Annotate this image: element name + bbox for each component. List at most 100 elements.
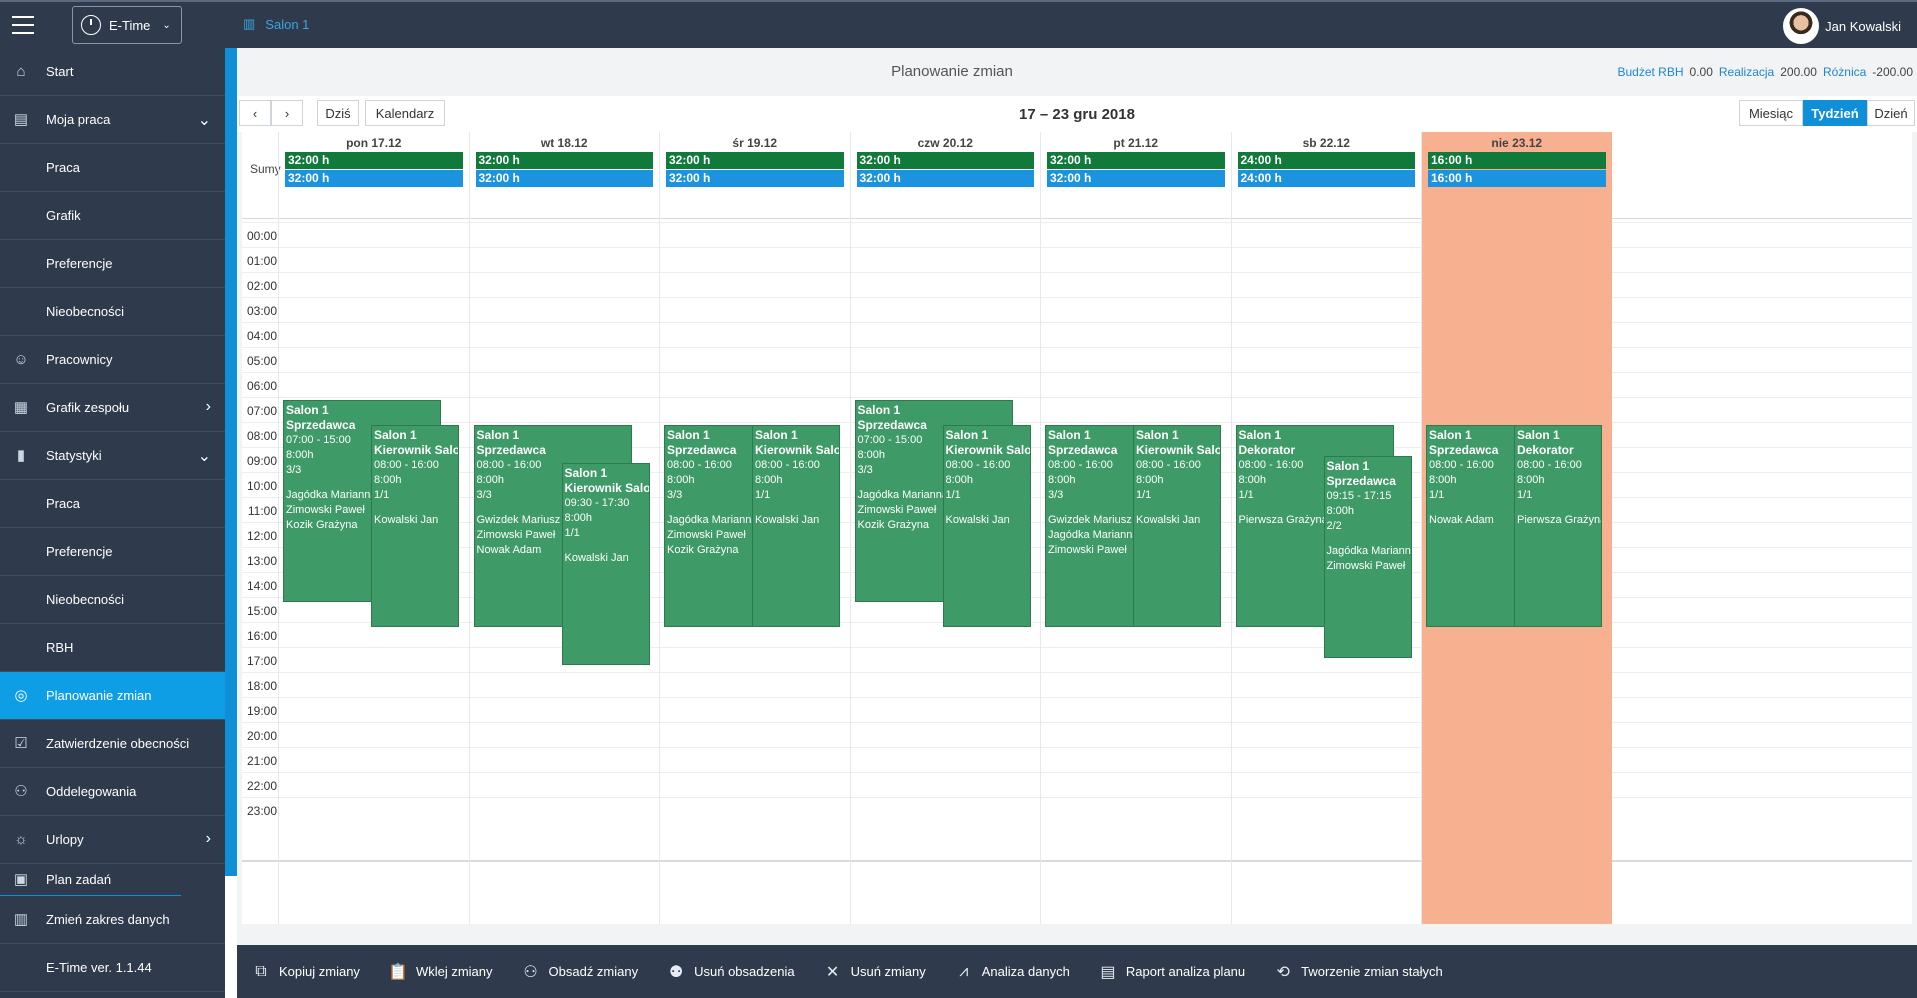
raport-analiza-planu-button[interactable]: ▤ Raport analiza planu bbox=[1098, 962, 1245, 982]
chevron-down-icon: ⌄ bbox=[197, 448, 211, 465]
sidebar-item-planowanie-zmian[interactable]: ◎ Planowanie zmian bbox=[0, 672, 225, 720]
vacation-icon: ☼ bbox=[14, 831, 28, 848]
shift-employee: Kowalski Jan bbox=[755, 514, 820, 526]
shift-role: Kierownik Salonu bbox=[1136, 443, 1220, 457]
sidebar-item-zatwierdzenie-obecności[interactable]: ☑ Zatwierdzenie obecności bbox=[0, 720, 225, 768]
obsadź-zmiany-button[interactable]: ⚇ Obsadź zmiany bbox=[521, 962, 638, 982]
action-label: Wklej zmiany bbox=[415, 964, 493, 979]
calendar-button[interactable]: Kalendarz bbox=[365, 100, 445, 126]
sidebar-item-label: Urlopy bbox=[46, 832, 84, 847]
today-button[interactable]: Dziś bbox=[317, 100, 359, 126]
shift-location: Salon 1 bbox=[374, 428, 417, 442]
shift-card[interactable]: Salon 1Kierownik Salonu 08:00 - 16:00 8:00… bbox=[371, 425, 459, 627]
team-calendar-icon: ▦ bbox=[13, 399, 29, 416]
app-name: E-Time bbox=[109, 17, 151, 33]
kopiuj-zmiany-button[interactable]: ⧉ Kopiuj zmiany bbox=[251, 963, 360, 981]
sidebar-item-nieobecności[interactable]: Nieobecności bbox=[0, 576, 225, 624]
shift-location: Salon 1 bbox=[945, 428, 989, 442]
shift-card[interactable]: Salon 1 Sprzedawca 09:15 - 17:15 8:00h 2/2 Ja… bbox=[1323, 456, 1412, 659]
sidebar-item-label: Zatwierdzenie obecności bbox=[46, 736, 190, 751]
sums-label: Sumy bbox=[250, 162, 281, 176]
shift-card[interactable]: Salon 1Kierownik Salonu 08:00 - 16:00 8:00… bbox=[752, 425, 840, 627]
sum-bar-assigned: 32:00 h bbox=[856, 170, 1034, 187]
action-label: Usuń obsadzenia bbox=[694, 964, 795, 979]
sum-bar-planned: 32:00 h bbox=[285, 152, 463, 169]
shift-time: 08:00 - 16:00 bbox=[1517, 459, 1582, 471]
tworzenie-zmian-stałych-button[interactable]: ⟲ Tworzenie zmian stałych bbox=[1273, 962, 1442, 982]
sidebar-item-plan-zadań[interactable]: ▣ Plan zadań bbox=[0, 864, 181, 896]
shift-employee: Kowalski Jan bbox=[945, 514, 1010, 526]
sidebar-item-start[interactable]: ⌂ Start bbox=[0, 48, 225, 96]
action-label: Usuń zmiany bbox=[850, 964, 926, 979]
sidebar-item-zmień-zakres-danych[interactable]: ▥ Zmień zakres danych bbox=[0, 896, 225, 944]
shift-employee: Kowalski Jan bbox=[564, 551, 629, 564]
shift-card[interactable]: Salon 1Kierownik Salonu09:30 - 17:30 8:00… bbox=[561, 462, 650, 665]
usuń-zmiany-button[interactable]: ✕ Usuń zmiany bbox=[823, 962, 926, 982]
wklej-zmiany-button[interactable]: 📋 Wklej zmiany bbox=[388, 962, 493, 982]
budget-label: Budżet RBH bbox=[1617, 65, 1684, 79]
sidebar-item-preferencje[interactable]: Preferencje bbox=[0, 240, 225, 288]
view-month-button[interactable]: Miesiąc bbox=[1739, 100, 1803, 126]
shift-staffing: 1/1 bbox=[945, 489, 961, 501]
shift-spacer bbox=[1517, 503, 1599, 513]
sidebar-item-grafik[interactable]: Grafik bbox=[0, 192, 225, 240]
sum-bar-planned: 32:00 h bbox=[1047, 152, 1225, 169]
hour-label: 17:00 bbox=[246, 654, 277, 668]
app-switcher[interactable]: E-Time ⌄ bbox=[72, 6, 182, 44]
sum-bar-assigned: 32:00 h bbox=[666, 170, 844, 187]
chevron-down-icon: ⌄ bbox=[162, 19, 171, 31]
day-header: pon 17.12 bbox=[346, 136, 402, 150]
view-week-button[interactable]: Tydzień bbox=[1803, 100, 1867, 126]
day-header: śr 19.12 bbox=[732, 136, 778, 150]
assign-people-icon: ⚇ bbox=[523, 963, 538, 981]
sidebar-item-label: Oddelegowania bbox=[46, 784, 137, 799]
shift-location: Salon 1 bbox=[1326, 459, 1370, 474]
day-header: sb 22.12 bbox=[1302, 136, 1350, 150]
sidebar-item-rbh[interactable]: RBH bbox=[0, 624, 225, 672]
hour-label: 21:00 bbox=[246, 754, 277, 768]
sidebar-item-preferencje[interactable]: Preferencje bbox=[0, 528, 225, 576]
sidebar-item-e-time-ver-1-1-44[interactable]: E-Time ver. 1.1.44 bbox=[0, 944, 225, 992]
view-day-button[interactable]: Dzień bbox=[1867, 100, 1915, 126]
shift-duration: 8:00h bbox=[1136, 474, 1164, 486]
analiza-danych-button[interactable]: ⩘ Analiza danych bbox=[954, 963, 1070, 981]
context-location[interactable]: ▥ Salon 1 bbox=[243, 16, 309, 32]
sidebar-item-label: Grafik zespołu bbox=[46, 400, 130, 415]
paste-icon: 📋 bbox=[387, 963, 408, 981]
prev-week-button[interactable]: ‹ bbox=[239, 100, 271, 126]
next-week-button[interactable]: › bbox=[271, 100, 303, 126]
sidebar-item-oddelegowania[interactable]: ⚇ Oddelegowania bbox=[0, 768, 225, 816]
sidebar-item-moja-praca[interactable]: ▤ Moja praca ⌄ bbox=[0, 96, 225, 144]
sidebar-item-label: RBH bbox=[46, 640, 74, 655]
hamburger-menu-icon[interactable] bbox=[8, 10, 38, 40]
sidebar-scrollbar[interactable] bbox=[225, 48, 237, 876]
shift-card[interactable]: Salon 1Kierownik Salonu 08:00 - 16:00 8:00… bbox=[1133, 425, 1221, 627]
user-menu[interactable]: Jan Kowalski bbox=[1783, 8, 1901, 44]
copy-icon: ⧉ bbox=[255, 962, 267, 980]
shift-role: Sprzedawca bbox=[1326, 474, 1396, 489]
sidebar-item-praca[interactable]: Praca bbox=[0, 480, 225, 528]
shift-role: Kierownik Salonu bbox=[374, 443, 458, 457]
chevron-down-icon: ⌄ bbox=[197, 112, 211, 129]
hour-label: 04:00 bbox=[246, 329, 277, 343]
main-content: Planowanie zmian Budżet RBH 0.00 Realiza… bbox=[237, 48, 1917, 998]
sidebar-item-pracownicy[interactable]: ☺ Pracownicy bbox=[0, 336, 225, 384]
sidebar-item-urlopy[interactable]: ☼ Urlopy › bbox=[0, 816, 225, 864]
sum-bar-assigned: 24:00 h bbox=[1237, 170, 1415, 187]
shift-staffing: 1/1 bbox=[755, 489, 771, 501]
shift-role: Kierownik Salonu bbox=[945, 443, 1030, 457]
sidebar-item-statystyki[interactable]: ▮ Statystyki ⌄ bbox=[0, 432, 225, 480]
shift-card[interactable]: Salon 1Kierownik Salonu 08:00 - 16:00 8:00… bbox=[942, 425, 1031, 627]
shift-duration: 8:00h bbox=[945, 474, 974, 486]
usuń-obsadzenia-button[interactable]: ⚉ Usuń obsadzenia bbox=[666, 962, 795, 982]
sidebar-item-label: Pracownicy bbox=[46, 352, 113, 367]
sidebar-item-grafik-zespołu[interactable]: ▦ Grafik zespołu › bbox=[0, 384, 225, 432]
sum-bar-planned: 16:00 h bbox=[1428, 152, 1606, 169]
shift-card[interactable]: Salon 1 Dekorator 08:00 - 16:00 8:00h 1/1 Pie… bbox=[1514, 425, 1602, 627]
sidebar-item-praca[interactable]: Praca bbox=[0, 144, 225, 192]
hour-label: 23:00 bbox=[246, 804, 277, 818]
sidebar-item-nieobecności[interactable]: Nieobecności bbox=[0, 288, 225, 336]
sidebar-item-label: E-Time ver. 1.1.44 bbox=[46, 960, 152, 975]
shift-time: 09:30 - 17:30 bbox=[564, 496, 630, 509]
top-bar: E-Time ⌄ ▥ Salon 1 Jan Kowalski bbox=[0, 0, 1917, 48]
